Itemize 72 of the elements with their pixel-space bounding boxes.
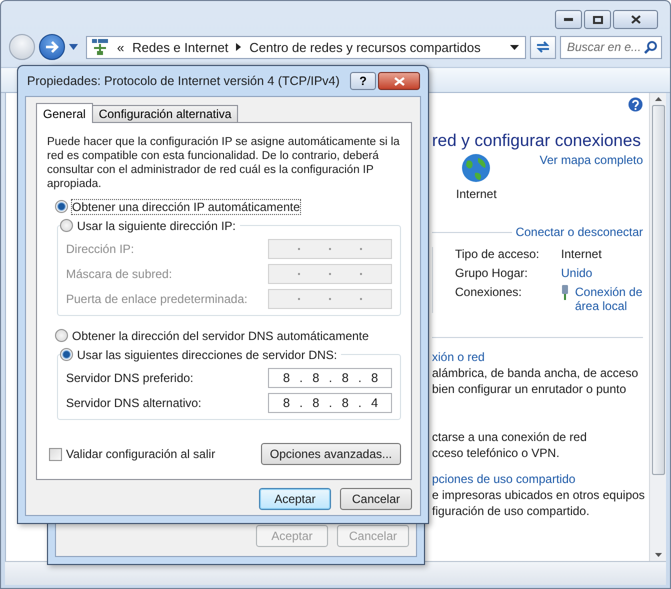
checkbox[interactable]: [49, 448, 62, 460]
task-description: ctarse a una conexión de red: [432, 430, 588, 444]
help-button[interactable]: ?: [350, 72, 376, 90]
breadcrumb-item[interactable]: Redes e Internet: [132, 40, 228, 54]
field-label: Dirección IP:: [66, 242, 134, 256]
task-description: alámbrica, de banda ancha, de acceso: [432, 366, 640, 380]
dropdown-icon[interactable]: [510, 44, 519, 50]
radio-label: Obtener una dirección IP automáticamente: [72, 200, 300, 214]
info-link[interactable]: Unido: [561, 266, 592, 280]
field-label: Servidor DNS alternativo:: [66, 396, 202, 410]
tab[interactable]: Configuración alternativa: [92, 105, 238, 123]
radio-label: Usar las siguientes direcciones de servidor DNS:: [77, 348, 338, 362]
scroll-down-icon[interactable]: [654, 553, 662, 557]
search-icon: [644, 40, 657, 54]
radio-label: Usar la siguiente dirección IP:: [77, 218, 236, 232]
caret-icon[interactable]: [69, 44, 78, 50]
forward-button[interactable]: [39, 34, 65, 60]
breadcrumb-overflow[interactable]: «: [117, 40, 124, 54]
cancel-button[interactable]: Cancelar: [340, 488, 412, 510]
globe-icon: [461, 153, 492, 183]
refresh-button[interactable]: [530, 36, 556, 58]
radio-button[interactable]: [55, 200, 68, 213]
accept-button[interactable]: Aceptar: [259, 488, 331, 510]
task-description: figuración de uso compartido.: [432, 504, 590, 518]
close-button[interactable]: [613, 10, 658, 29]
scroll-thumb[interactable]: [652, 105, 664, 475]
close-icon: [630, 15, 640, 24]
info-link[interactable]: Conexión de área local: [575, 285, 651, 313]
page-heading: red y configurar conexiones: [432, 131, 642, 151]
description-text: Puede hacer que la configuración IP se asigne automáticamente si la red es compatible con esta funcionalidad. De lo contrario, deberá consultar con el administrador de red cuál es la configuración IP apropiada.: [47, 135, 401, 191]
info-label: Grupo Hogar:: [455, 266, 529, 280]
task-description: e impresoras ubicados en otros equipos: [432, 488, 643, 502]
network-icon: [91, 38, 109, 56]
help-icon[interactable]: [628, 97, 643, 112]
field-label: Servidor DNS preferido:: [66, 371, 194, 385]
scrollbar[interactable]: [649, 93, 666, 561]
search-field[interactable]: Buscar en e...: [560, 36, 662, 58]
breadcrumb-item[interactable]: Centro de redes y recursos compartidos: [249, 40, 481, 54]
tab[interactable]: General: [36, 103, 93, 123]
radio-button[interactable]: [60, 219, 73, 232]
radio-label: Obtener la dirección del servidor DNS automáticamente: [72, 328, 369, 342]
close-icon: [394, 76, 404, 86]
task-link[interactable]: xión o red: [432, 350, 643, 364]
checkbox-label: Validar configuración al salir: [66, 447, 216, 461]
connect-link[interactable]: Conectar o desconectar: [516, 225, 643, 239]
ip-address-field[interactable]: 8 . 8 . 8 . 8: [268, 368, 392, 388]
refresh-icon: [535, 40, 551, 54]
minimize-icon: [564, 18, 573, 21]
address-bar[interactable]: « Redes e Internet Centro de redes y recursos compartidos: [86, 36, 526, 58]
info-value: Internet: [561, 247, 602, 261]
task-description: cceso telefónico o VPN.: [432, 446, 560, 460]
task-link[interactable]: pciones de uso compartido: [432, 472, 643, 486]
task-description: bien configurar un enrutador o punto: [432, 382, 628, 396]
minimize-button[interactable]: [555, 10, 582, 29]
field-label: Puerta de enlace predeterminada:: [66, 292, 248, 306]
map-link[interactable]: Ver mapa completo: [540, 153, 643, 201]
close-button[interactable]: [378, 72, 420, 90]
info-label: Conexiones:: [455, 285, 523, 301]
advanced-options-button[interactable]: Opciones avanzadas...: [260, 443, 401, 465]
radio-button[interactable]: [55, 329, 68, 342]
arrow-right-icon: [45, 41, 59, 53]
maximize-button[interactable]: [584, 10, 611, 29]
info-label: Tipo de acceso:: [455, 247, 540, 261]
chevron-right-icon[interactable]: [236, 43, 242, 51]
dialog-title: Propiedades: Protocolo de Internet versión 4 (TCP/IPv4): [27, 74, 341, 88]
field-label: Máscara de subred:: [66, 267, 172, 281]
radio-button[interactable]: [60, 348, 73, 361]
ip-address-field[interactable]: 8 . 8 . 8 . 4: [268, 393, 392, 413]
scroll-up-icon[interactable]: [654, 97, 662, 101]
maximize-icon: [592, 16, 602, 24]
cable-icon: [561, 285, 569, 300]
node-label: Internet: [456, 187, 497, 201]
